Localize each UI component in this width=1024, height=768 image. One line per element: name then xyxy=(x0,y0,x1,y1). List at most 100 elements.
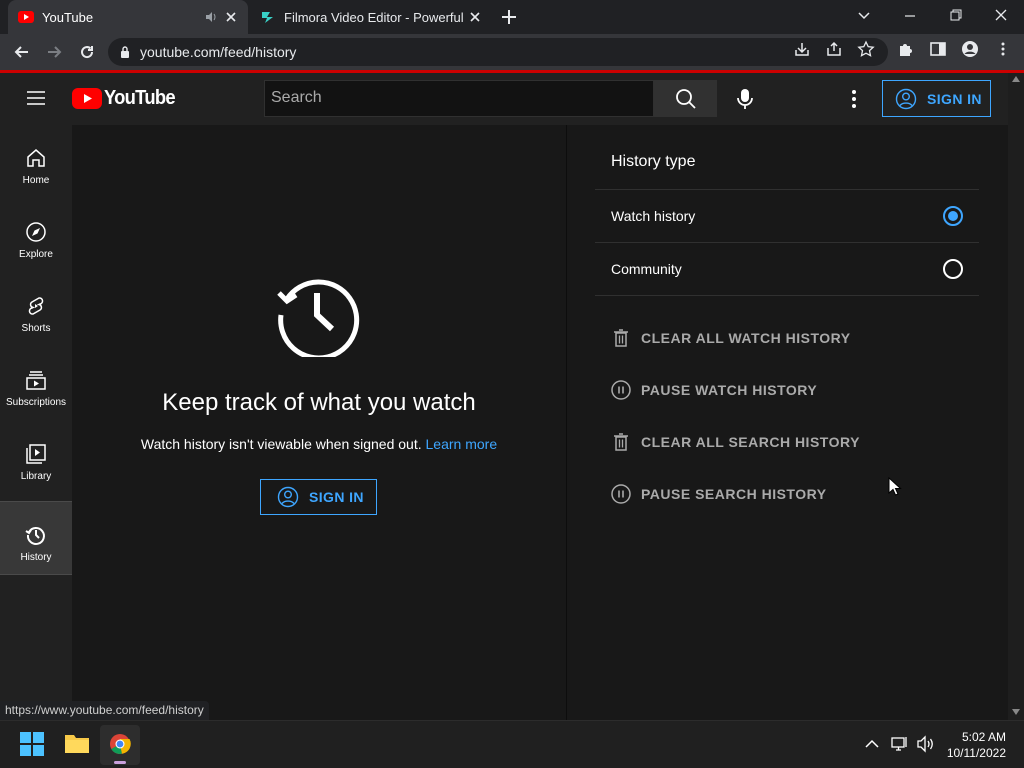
pause-search-history-button[interactable]: PAUSE SEARCH HISTORY xyxy=(611,484,827,504)
windows-start-icon[interactable] xyxy=(20,732,44,756)
learn-more-link[interactable]: Learn more xyxy=(426,436,498,452)
extensions-puzzle-icon[interactable] xyxy=(897,40,915,58)
action-label: PAUSE SEARCH HISTORY xyxy=(641,486,827,502)
scroll-up-arrow-icon[interactable] xyxy=(1012,76,1020,82)
community-radio[interactable] xyxy=(943,259,963,279)
watch-history-radio[interactable] xyxy=(943,206,963,226)
address-bar[interactable]: youtube.com/feed/history xyxy=(108,38,888,66)
divider xyxy=(595,295,979,296)
sign-in-button[interactable]: SIGN IN xyxy=(260,479,377,515)
search-icon xyxy=(675,88,696,109)
trash-icon xyxy=(614,433,628,451)
history-icon xyxy=(277,279,360,357)
search-input[interactable]: Search xyxy=(264,80,654,117)
new-tab-icon[interactable] xyxy=(500,8,518,26)
compass-icon xyxy=(26,222,46,242)
subscriptions-icon xyxy=(26,371,46,390)
bookmark-star-icon[interactable] xyxy=(857,40,875,58)
mini-guide: Home Explore Shorts Subscriptions Librar… xyxy=(0,125,72,720)
microphone-icon[interactable] xyxy=(731,87,759,111)
browser-menu-icon[interactable] xyxy=(994,40,1012,58)
clear-watch-history-button[interactable]: CLEAR ALL WATCH HISTORY xyxy=(611,328,851,348)
action-label: CLEAR ALL SEARCH HISTORY xyxy=(641,434,860,450)
guide-item-subscriptions[interactable]: Subscriptions xyxy=(0,347,72,421)
empty-state-message: Watch history isn't viewable when signed… xyxy=(140,436,422,452)
windows-taskbar: 5:02 AM 10/11/2022 xyxy=(0,720,1024,768)
reload-icon[interactable] xyxy=(78,43,96,61)
trash-icon xyxy=(614,329,628,347)
scroll-down-arrow-icon[interactable] xyxy=(1012,709,1020,715)
search-button[interactable] xyxy=(654,80,717,117)
guide-label: Shorts xyxy=(21,323,51,334)
minimize-icon[interactable] xyxy=(901,6,919,24)
history-type-watch[interactable]: Watch history xyxy=(611,208,695,224)
pause-watch-history-button[interactable]: PAUSE WATCH HISTORY xyxy=(611,380,817,400)
panel-title: History type xyxy=(611,153,696,170)
history-type-community[interactable]: Community xyxy=(611,261,682,277)
youtube-logo[interactable]: YouTube xyxy=(72,87,181,110)
shorts-icon xyxy=(28,297,44,315)
clock-time: 5:02 AM xyxy=(961,730,1006,744)
hamburger-menu-icon[interactable] xyxy=(26,90,46,106)
history-main: Keep track of what you watch Watch histo… xyxy=(72,125,566,720)
youtube-header: YouTube Search SIGN IN xyxy=(0,73,1008,125)
install-app-icon[interactable] xyxy=(793,40,811,58)
close-tab-icon[interactable] xyxy=(468,10,482,24)
account-circle-icon xyxy=(895,88,917,109)
account-circle-icon xyxy=(277,486,299,508)
history-type-panel: History type Watch history Community CLE… xyxy=(566,125,1008,720)
filmora-favicon-icon xyxy=(262,12,273,23)
browser-tab-strip: YouTube Filmora Video Editor - Powerful … xyxy=(0,0,1024,34)
lock-icon[interactable] xyxy=(120,46,130,58)
empty-state-subtitle: Watch history isn't viewable when signed… xyxy=(72,436,566,452)
clock-date: 10/11/2022 xyxy=(946,746,1006,760)
guide-item-shorts[interactable]: Shorts xyxy=(0,273,72,347)
system-clock[interactable]: 5:02 AM 10/11/2022 xyxy=(947,729,1006,761)
page-scrollbar[interactable] xyxy=(1008,73,1024,720)
forward-arrow-icon[interactable] xyxy=(45,43,63,61)
close-tab-icon[interactable] xyxy=(224,10,238,24)
logo-text: YouTube xyxy=(104,87,176,109)
guide-label: Library xyxy=(20,471,52,482)
active-app-indicator xyxy=(114,761,126,764)
tab-title: Filmora Video Editor - Powerful V xyxy=(284,9,464,25)
youtube-favicon-icon xyxy=(18,11,34,23)
empty-state-title: Keep track of what you watch xyxy=(162,389,476,416)
library-icon xyxy=(26,444,46,464)
chrome-taskbar-button[interactable] xyxy=(100,725,140,765)
volume-icon[interactable] xyxy=(916,735,936,753)
guide-item-library[interactable]: Library xyxy=(0,421,72,495)
chrome-icon xyxy=(110,734,131,755)
tab-title: YouTube xyxy=(42,9,94,25)
tab-filmora[interactable]: Filmora Video Editor - Powerful V xyxy=(252,0,492,34)
guide-item-history[interactable]: History xyxy=(0,501,72,575)
settings-dots-icon[interactable] xyxy=(845,88,863,110)
pause-icon xyxy=(611,484,631,504)
youtube-play-logo-icon xyxy=(72,88,102,109)
tab-youtube[interactable]: YouTube xyxy=(8,0,248,34)
guide-label: Explore xyxy=(19,249,53,260)
divider xyxy=(595,189,979,190)
tab-search-chevron-icon[interactable] xyxy=(855,6,873,24)
browser-toolbar: youtube.com/feed/history xyxy=(0,34,1024,70)
close-window-icon[interactable] xyxy=(992,6,1010,24)
speaker-icon[interactable] xyxy=(204,10,218,24)
guide-label: History xyxy=(20,552,52,563)
mouse-cursor-icon xyxy=(888,477,902,496)
pause-icon xyxy=(611,380,631,400)
clear-search-history-button[interactable]: CLEAR ALL SEARCH HISTORY xyxy=(611,432,860,452)
file-explorer-icon[interactable] xyxy=(64,732,90,754)
guide-item-home[interactable]: Home xyxy=(0,125,72,199)
address-url: youtube.com/feed/history xyxy=(140,44,297,60)
back-arrow-icon[interactable] xyxy=(13,43,31,61)
share-icon[interactable] xyxy=(825,40,843,58)
sign-in-button[interactable]: SIGN IN xyxy=(882,80,991,117)
sign-in-label: SIGN IN xyxy=(309,489,364,505)
status-bar-url: https://www.youtube.com/feed/history xyxy=(0,701,209,720)
profile-avatar-icon[interactable] xyxy=(961,40,979,58)
network-icon[interactable] xyxy=(891,735,909,753)
chevron-up-icon[interactable] xyxy=(864,737,880,751)
side-panel-icon[interactable] xyxy=(929,40,947,58)
restore-icon[interactable] xyxy=(947,6,965,24)
guide-item-explore[interactable]: Explore xyxy=(0,199,72,273)
